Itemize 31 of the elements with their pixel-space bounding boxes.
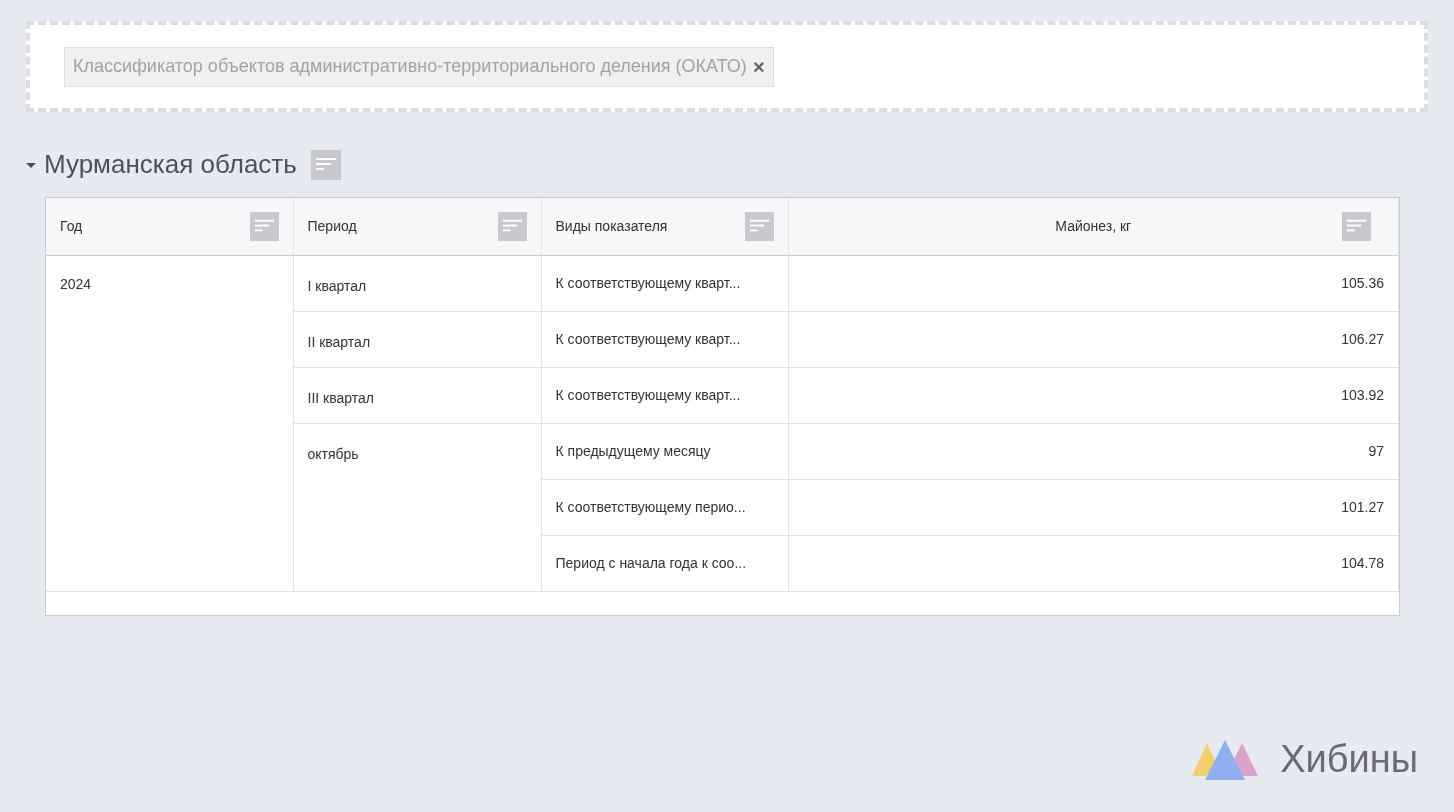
filter-icon[interactable] [249, 211, 279, 241]
value-cell: 97 [1368, 442, 1384, 459]
period-cell: октябрь [307, 445, 359, 462]
chip-label: Классификатор объектов административно-территориального деления (ОКАТО) [73, 55, 747, 78]
filter-icon[interactable] [310, 149, 341, 180]
value-cell: 104.78 [1341, 554, 1384, 571]
filter-icon[interactable] [744, 211, 774, 241]
value-cell: 103.92 [1341, 386, 1384, 403]
close-button[interactable]: × [752, 56, 765, 77]
mountains-logo-icon [1192, 739, 1259, 780]
column-header: Период [307, 216, 357, 236]
column-header: Майонез, кг [1055, 216, 1132, 236]
value-cell: 105.36 [1341, 274, 1384, 291]
indicator-cell: К соответствующему перио... [555, 498, 746, 515]
value-cell: 101.27 [1341, 498, 1384, 515]
period-cell: II квартал [307, 333, 371, 350]
indicator-cell: К предыдущему месяцу [555, 442, 711, 459]
year-cell: 2024 [60, 275, 92, 292]
period-cell: III квартал [307, 389, 374, 406]
filter-icon[interactable] [1342, 211, 1371, 241]
column-header: Год [60, 216, 83, 236]
section-title: Мурманская область [44, 148, 297, 181]
value-cell: 106.27 [1341, 330, 1384, 347]
indicator-cell: К соответствующему кварт... [555, 330, 741, 347]
indicator-cell: К соответствующему кварт... [555, 274, 741, 291]
period-cell: I квартал [307, 277, 367, 294]
indicator-cell: К соответствующему кварт... [555, 386, 741, 403]
column-header: Виды показателя [555, 216, 668, 236]
logo-text: Хибины [1280, 737, 1418, 782]
filter-icon[interactable] [497, 211, 527, 241]
indicator-cell: Период с начала года к соо... [555, 554, 747, 571]
